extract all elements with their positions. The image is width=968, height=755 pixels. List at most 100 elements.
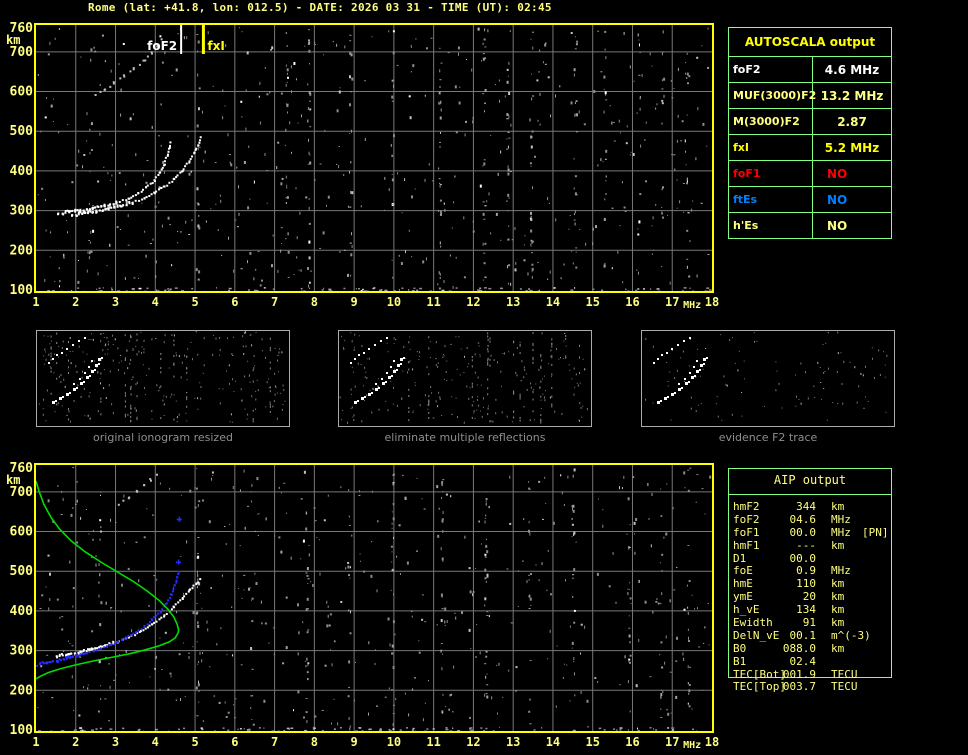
aip-row: D1 00.0 <box>728 552 908 565</box>
thumbnail-evidence-canvas <box>642 331 892 424</box>
svg-text:15: 15 <box>585 735 599 749</box>
aip-row: hmE110km <box>728 577 908 590</box>
autoscala-row: h'EsNO <box>729 213 891 238</box>
aip-row: foF204.6MHz <box>728 513 908 526</box>
svg-text:4: 4 <box>152 735 159 749</box>
svg-text:400: 400 <box>10 604 34 619</box>
autoscala-row-label: h'Es <box>729 213 813 238</box>
aip-row-unit: km <box>831 603 844 616</box>
autoscala-table-rows: foF24.6 MHzMUF(3000)F213.2 MHzM(3000)F22… <box>729 57 891 238</box>
svg-text:2: 2 <box>72 735 79 749</box>
thumbnail-original-ionogram <box>36 330 290 427</box>
aip-row-value: 00.0 <box>756 552 816 565</box>
svg-text:4: 4 <box>152 295 159 309</box>
svg-text:13: 13 <box>506 295 520 309</box>
aip-row: TEC[Top]003.7TECU <box>728 680 908 693</box>
svg-text:3: 3 <box>112 295 119 309</box>
aip-row: foE0.9MHz <box>728 564 908 577</box>
svg-text:13: 13 <box>506 735 520 749</box>
autoscala-row: foF1NO <box>729 161 891 187</box>
svg-text:18: 18 <box>705 735 719 749</box>
svg-text:11: 11 <box>426 295 440 309</box>
svg-text:3: 3 <box>112 735 119 749</box>
svg-text:1: 1 <box>32 295 39 309</box>
svg-text:500: 500 <box>10 124 34 139</box>
svg-text:11: 11 <box>426 735 440 749</box>
autoscala-row: ftEsNO <box>729 187 891 213</box>
aip-row: hmF1---km <box>728 539 908 552</box>
autoscala-app-window: Rome (lat: +41.8, lon: 012.5) - DATE: 20… <box>0 0 968 755</box>
aip-row-value: 02.4 <box>756 655 816 668</box>
aip-row-value: 344 <box>756 500 816 513</box>
autoscala-row: fxI5.2 MHz <box>729 135 891 161</box>
svg-text:5: 5 <box>191 735 198 749</box>
svg-text:6: 6 <box>231 295 238 309</box>
aip-row: hmF2344km <box>728 500 908 513</box>
aip-row-label: D1 <box>733 552 746 565</box>
svg-text:17: 17 <box>665 295 679 309</box>
aip-row-value: 91 <box>756 616 816 629</box>
aip-row-unit: km <box>831 500 844 513</box>
svg-text:8: 8 <box>311 295 318 309</box>
aip-row-unit: MHz <box>831 526 851 539</box>
svg-text:km: km <box>6 473 20 487</box>
autoscala-row-value: 13.2 MHz <box>813 83 891 108</box>
svg-text:14: 14 <box>546 295 560 309</box>
svg-text:foF2: foF2 <box>147 39 177 53</box>
svg-text:km: km <box>6 33 20 47</box>
svg-text:9: 9 <box>351 735 358 749</box>
svg-text:700: 700 <box>10 45 34 60</box>
svg-text:17: 17 <box>665 735 679 749</box>
aip-row-unit: km <box>831 539 844 552</box>
aip-row-unit: km <box>831 616 844 629</box>
aip-row-label: B1 <box>733 655 746 668</box>
svg-text:600: 600 <box>10 85 34 100</box>
svg-text:12: 12 <box>466 295 480 309</box>
aip-row-value: 088.0 <box>756 642 816 655</box>
aip-row-label: B0 <box>733 642 746 655</box>
svg-text:15: 15 <box>585 295 599 309</box>
aip-row-unit: MHz <box>831 513 851 526</box>
aip-row: DelN_vE00.1m^(-3) <box>728 629 908 642</box>
thumbnail-original-canvas <box>37 331 287 424</box>
svg-text:18: 18 <box>705 295 719 309</box>
aip-table-title: AIP output <box>728 473 892 487</box>
svg-text:10: 10 <box>387 295 401 309</box>
svg-text:5: 5 <box>191 295 198 309</box>
autoscala-row-label: foF2 <box>729 57 813 82</box>
aip-row: B0088.0km <box>728 642 908 655</box>
svg-text:600: 600 <box>10 525 34 540</box>
autoscala-row-label: fxI <box>729 135 813 160</box>
autoscala-row-value: 4.6 MHz <box>813 57 891 82</box>
autoscala-table-title: AUTOSCALA output <box>729 28 891 57</box>
svg-text:14: 14 <box>546 735 560 749</box>
autoscala-row-label: ftEs <box>729 187 813 212</box>
aip-row: Ewidth91km <box>728 616 908 629</box>
thumbnail-evidence-f2 <box>641 330 895 427</box>
svg-text:300: 300 <box>10 204 34 219</box>
svg-text:MHz: MHz <box>683 300 701 311</box>
aip-row-value: --- <box>756 539 816 552</box>
aip-row-unit: TECU <box>831 668 858 681</box>
aip-row-unit: TECU <box>831 680 858 693</box>
autoscala-row: MUF(3000)F213.2 MHz <box>729 83 891 109</box>
svg-text:16: 16 <box>625 735 639 749</box>
autoscala-row: foF24.6 MHz <box>729 57 891 83</box>
svg-text:300: 300 <box>10 644 34 659</box>
aip-row: h_vE134km <box>728 603 908 616</box>
aip-row-note: [PN] <box>862 526 889 539</box>
aip-row-value: 001.9 <box>756 668 816 681</box>
aip-row-unit: km <box>831 590 844 603</box>
aip-row-label: foE <box>733 564 753 577</box>
svg-text:7: 7 <box>271 295 278 309</box>
aip-row-value: 00.0 <box>756 526 816 539</box>
thumbnail-eliminate-canvas <box>339 331 589 424</box>
svg-text:6: 6 <box>231 735 238 749</box>
autoscala-row-value: 2.87 <box>813 109 891 134</box>
aip-row: ymE20km <box>728 590 908 603</box>
svg-text:10: 10 <box>387 735 401 749</box>
aip-row-label: ymE <box>733 590 753 603</box>
aip-table-divider <box>728 494 892 495</box>
aip-table-rows: hmF2344kmfoF204.6MHzfoF100.0MHz[PN]hmF1-… <box>728 500 908 693</box>
svg-text:500: 500 <box>10 564 34 579</box>
